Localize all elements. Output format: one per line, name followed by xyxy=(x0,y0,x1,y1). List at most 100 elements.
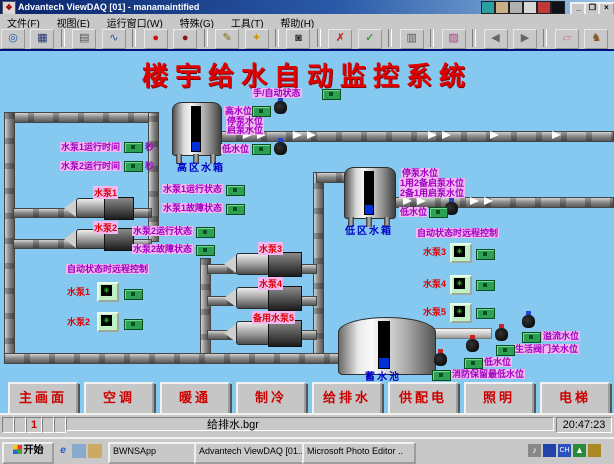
valve-high-level-icon xyxy=(274,101,287,114)
trend-chart-icon[interactable]: ∿ xyxy=(102,29,126,49)
label-pump2-name: 水泵2 xyxy=(93,221,118,234)
flow-arrow-icon xyxy=(293,131,302,139)
pump-3 xyxy=(224,252,302,276)
ack-alarm-icon[interactable]: ✗ xyxy=(328,29,352,49)
pipe-bottom xyxy=(4,353,346,364)
eraser-icon[interactable]: ▱ xyxy=(555,29,579,49)
forward-arrow-icon[interactable]: ▶ xyxy=(513,29,537,49)
pump5-control-button[interactable] xyxy=(450,303,472,323)
quicklaunch-channels-icon[interactable] xyxy=(88,444,102,458)
label-pump1-run-status: 水泵1运行状态 xyxy=(162,184,223,194)
status-page-number: 1 xyxy=(26,417,42,433)
confirm-check-icon[interactable]: ✓ xyxy=(358,29,382,49)
mini-image-icon[interactable] xyxy=(523,1,537,14)
mini-display-icon[interactable] xyxy=(551,1,565,14)
label-domestic-valve-level: 生活阀门关水位 xyxy=(514,344,579,354)
indicator-low-level xyxy=(252,144,271,155)
alarm-ball-2-icon[interactable]: ● xyxy=(173,29,197,49)
tray-volume-icon[interactable]: ♪ xyxy=(528,444,541,457)
indicator-ctrl-pump3 xyxy=(476,249,495,260)
label-high-level: 高水位 xyxy=(224,106,253,116)
nav-ac-button[interactable]: 空调 xyxy=(84,382,154,414)
flow-arrow-icon xyxy=(417,197,426,205)
printer-icon[interactable]: ▤ xyxy=(72,29,96,49)
indicator-ctrl-pump1 xyxy=(124,289,143,300)
indicator-manual-auto xyxy=(322,89,341,100)
scada-canvas: 楼宇给水自动监控系统 xyxy=(0,49,614,414)
mini-user-icon[interactable] xyxy=(495,1,509,14)
nav-hvac-button[interactable]: 暖通 xyxy=(160,382,230,414)
valve-domestic-icon xyxy=(495,328,508,341)
indicator-pump1-run xyxy=(226,185,245,196)
pump2-control-button[interactable] xyxy=(97,312,119,332)
pump3-control-button[interactable] xyxy=(450,243,472,263)
pump4-control-button[interactable] xyxy=(450,275,472,295)
nav-refrigeration-button[interactable]: 制冷 xyxy=(236,382,306,414)
back-arrow-icon[interactable]: ◀ xyxy=(484,29,508,49)
flow-arrow-icon xyxy=(307,131,316,139)
status-bar: 1 给排水.bgr 20:47:23 xyxy=(0,413,614,435)
indicator-domestic-valve xyxy=(496,345,515,356)
label-low-level: 低水位 xyxy=(221,144,250,154)
indicator-pump1-runtime xyxy=(124,142,143,153)
app-icon: ❖ xyxy=(2,1,16,15)
nav-lighting-button[interactable]: 照明 xyxy=(464,382,534,414)
mini-folder-icon[interactable] xyxy=(509,1,523,14)
alarm-ball-icon[interactable]: ● xyxy=(144,29,168,49)
quicklaunch-ie-icon[interactable]: e xyxy=(56,444,70,458)
label-stop-pump-level-2: 停泵水位 xyxy=(401,168,439,178)
label-ctrl-pump3: 水泵3 xyxy=(422,245,447,258)
indicator-pump2-run xyxy=(196,227,215,238)
tray-display-icon[interactable] xyxy=(543,444,556,457)
nav-power-button[interactable]: 供配电 xyxy=(388,382,458,414)
label-low-zone-tank: 低区水箱 xyxy=(345,222,393,237)
calculator-icon[interactable]: ▦ xyxy=(30,29,54,49)
valve-overflow-icon xyxy=(522,315,535,328)
nav-main-screen-button[interactable]: 主画面 xyxy=(8,382,78,414)
label-2standby1duty-level: 2备1用启泵水位 xyxy=(399,188,465,198)
page-title: 楼宇给水自动监控系统 xyxy=(142,56,472,93)
status-cell xyxy=(2,417,14,433)
status-filename: 给排水.bgr xyxy=(66,417,554,431)
camera-icon[interactable]: ◙ xyxy=(286,29,310,49)
tray-updown-icon[interactable]: ▲ xyxy=(573,444,586,457)
taskbar: 开始 e BWNSApp Advantech ViewDAQ [01.. Mic… xyxy=(0,437,614,463)
toolbar: ◎ ▦ ▤ ∿ ● ● ✎ ✦ ◙ ✗ ✓ ▥ ▨ ◀ ▶ ▱ ♞ ◆ ▦ ♙ xyxy=(0,28,614,50)
nav-elevator-button[interactable]: 电梯 xyxy=(540,382,610,414)
flow-arrow-icon xyxy=(484,197,493,205)
label-low-level-3: 低水位 xyxy=(483,357,512,367)
label-pump1-name: 水泵1 xyxy=(93,186,118,199)
mini-toolbar-icon[interactable] xyxy=(481,1,495,14)
mini-star-icon[interactable] xyxy=(537,1,551,14)
status-cell xyxy=(54,417,66,433)
quicklaunch-desktop-icon[interactable] xyxy=(72,444,86,458)
label-start-pump-level: 启泵水位 xyxy=(226,125,264,135)
label-manual-auto-status: 手/自动状态 xyxy=(252,88,302,98)
status-cell xyxy=(14,417,26,433)
pump1-control-button[interactable] xyxy=(97,282,119,302)
tray-ime-ch-icon[interactable]: CH xyxy=(558,444,571,457)
title-bar: ❖ Advantech ViewDAQ [01] - manamaintifie… xyxy=(0,0,614,14)
pipe xyxy=(4,112,15,364)
flow-arrow-icon xyxy=(428,131,437,139)
indicator-ctrl-pump4 xyxy=(476,280,495,291)
high-zone-tank-gauge xyxy=(191,106,201,152)
indicator-lowzone-low-level xyxy=(429,207,448,218)
window-title: Advantech ViewDAQ [01] - manamaintified xyxy=(18,0,199,14)
label-reservoir: 蓄水池 xyxy=(365,368,401,383)
menu-bar: 文件(F) 视图(E) 运行窗口(W) 特殊(G) 工具(T) 帮助(H) xyxy=(0,14,614,29)
ink-bottle-icon[interactable]: ✎ xyxy=(215,29,239,49)
label-seconds: 秒 xyxy=(144,161,155,171)
valve-lowlevel-icon xyxy=(466,339,479,352)
indicator-ctrl-pump2 xyxy=(124,319,143,330)
flow-arrow-icon xyxy=(490,131,499,139)
palette-icon[interactable]: ▨ xyxy=(442,29,466,49)
nav-water-supply-button[interactable]: 给排水 xyxy=(312,382,382,414)
clipboard-icon[interactable]: ▥ xyxy=(400,29,424,49)
indicator-ctrl-pump5 xyxy=(476,308,495,319)
tray-network-icon[interactable] xyxy=(588,444,601,457)
key-icon[interactable]: ✦ xyxy=(245,29,269,49)
pet-icon[interactable]: ♞ xyxy=(584,29,608,49)
zoom-icon[interactable]: ◎ xyxy=(1,29,25,49)
label-pump2-run-status: 水泵2运行状态 xyxy=(132,226,193,236)
